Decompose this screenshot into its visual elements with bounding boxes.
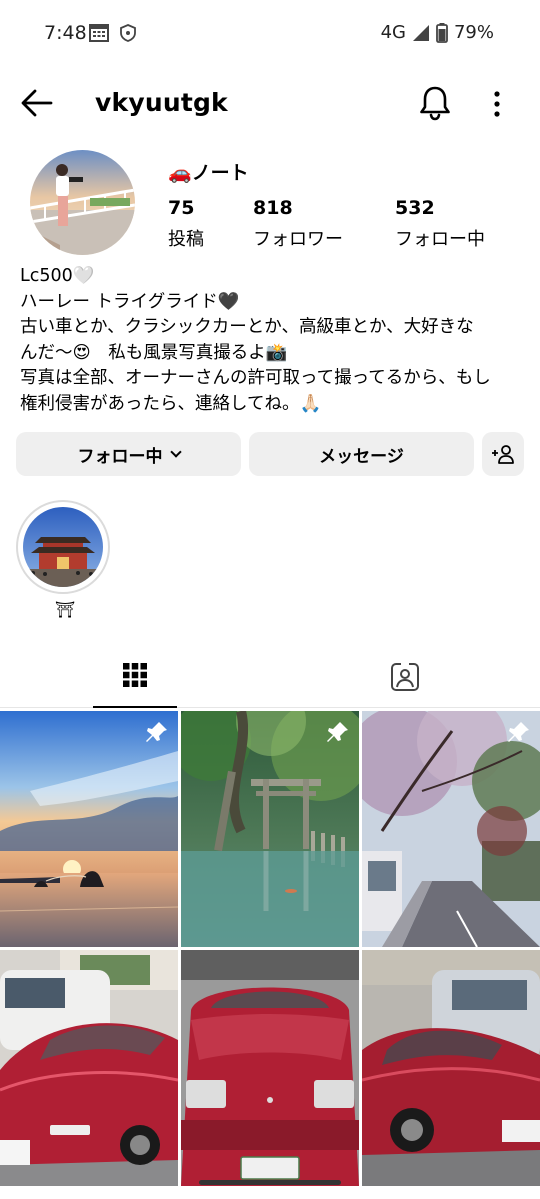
- bio-line: んだ〜😍 私も風景写真撮るよ📸: [20, 342, 288, 363]
- bio-line: ハーレー トライグライド🖤: [20, 291, 240, 312]
- username-title: vkyuutgk: [95, 88, 228, 117]
- tab-posts-grid[interactable]: [93, 652, 177, 708]
- message-button[interactable]: メッセージ: [249, 432, 474, 476]
- story-highlight-cover[interactable]: [23, 507, 103, 587]
- signal-icon: [412, 24, 429, 41]
- bio-line: Lc500🤍: [20, 266, 95, 286]
- grid-icon: [123, 663, 147, 687]
- post-thumbnail[interactable]: [181, 711, 359, 947]
- pin-icon: [146, 722, 167, 742]
- tagged-icon: [391, 662, 419, 691]
- pin-icon: [508, 722, 529, 742]
- back-arrow-icon[interactable]: [20, 88, 54, 118]
- pin-icon: [327, 722, 348, 742]
- following-count[interactable]: 532 フォロー中: [395, 197, 485, 251]
- chevron-down-icon: [169, 445, 182, 458]
- stat-value: 75: [168, 197, 195, 219]
- battery-level: 79%: [453, 22, 494, 43]
- tab-tagged[interactable]: [363, 652, 447, 708]
- bio-line: 権利侵害があったら、連絡してね。🙏🏻: [20, 393, 322, 414]
- profile-header: vkyuutgk: [0, 76, 540, 132]
- status-time: 7:48: [44, 22, 87, 44]
- calendar-icon: [89, 24, 109, 42]
- post-thumbnail[interactable]: [0, 950, 178, 1186]
- home-indicator[interactable]: [199, 1180, 341, 1185]
- stat-label: フォロー中: [395, 229, 485, 250]
- shield-icon: [120, 24, 136, 42]
- followers-count[interactable]: 818 フォロワー: [253, 197, 343, 251]
- story-highlight-label: ⛩: [54, 600, 76, 619]
- more-options-icon[interactable]: [487, 86, 507, 122]
- avatar[interactable]: [30, 150, 135, 255]
- post-thumbnail[interactable]: [362, 711, 540, 947]
- stat-label: フォロワー: [253, 229, 343, 250]
- stat-value: 818: [253, 197, 293, 219]
- post-thumbnail[interactable]: [181, 950, 359, 1186]
- message-button-label: メッセージ: [319, 446, 404, 467]
- bio-line: 写真は全部、オーナーさんの許可取って撮ってるから、もし: [20, 368, 491, 388]
- post-thumbnail[interactable]: [362, 950, 540, 1186]
- network-type: 4G: [380, 22, 406, 43]
- stat-value: 532: [395, 197, 435, 219]
- post-thumbnail[interactable]: [0, 711, 178, 947]
- following-button-label: フォロー中: [77, 446, 163, 467]
- posts-count[interactable]: 75 投稿: [168, 197, 204, 251]
- following-button[interactable]: フォロー中: [16, 432, 241, 476]
- add-user-icon: [492, 445, 514, 464]
- suggest-users-button[interactable]: [482, 432, 524, 476]
- battery-icon: [436, 22, 448, 43]
- status-bar: 7:48 4G 79%: [0, 0, 540, 66]
- stat-label: 投稿: [168, 229, 204, 250]
- profile-name: 🚗ノート: [168, 162, 249, 184]
- bell-icon[interactable]: [418, 84, 452, 122]
- profile-bio: Lc500🤍 ハーレー トライグライド🖤 古い車とか、クラシックカーとか、高級車…: [20, 264, 525, 417]
- bio-line: 古い車とか、クラシックカーとか、高級車とか、大好きな: [20, 317, 474, 337]
- profile-tabs: [0, 652, 540, 708]
